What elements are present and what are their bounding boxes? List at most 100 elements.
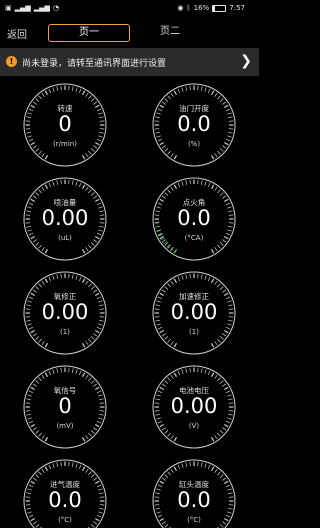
gauge-tick xyxy=(56,368,59,373)
gauge-tick xyxy=(170,280,174,285)
gauge-tick xyxy=(181,463,184,468)
gauge-tick xyxy=(156,135,161,138)
warning-icon: ! xyxy=(6,56,17,67)
gauge-tick xyxy=(41,247,45,252)
gauge-tick xyxy=(85,92,89,97)
gauge-tick xyxy=(167,432,171,437)
gauge-tick xyxy=(78,276,82,282)
gauge-tick xyxy=(214,280,218,285)
gauge-tick xyxy=(167,471,171,476)
gauge-tick xyxy=(173,466,178,471)
gauge-tick xyxy=(35,148,40,152)
gauge-value: 0.0 xyxy=(177,206,211,230)
gauge-tick xyxy=(98,511,103,514)
gauge-tick xyxy=(170,468,174,473)
gauge-tick xyxy=(210,184,215,189)
gauge-tick xyxy=(207,182,211,188)
gauge-tick xyxy=(85,186,89,191)
gauge-tick xyxy=(217,338,221,343)
gauge-tick xyxy=(88,377,92,382)
gauge-tick xyxy=(41,468,45,473)
gauge-tick xyxy=(35,286,40,290)
gauge-tick xyxy=(98,417,103,420)
gauge-unit: (1) xyxy=(60,328,70,336)
tab-page-one[interactable]: 页一 xyxy=(48,24,130,42)
gauge-tick xyxy=(90,336,95,340)
gauge-unit: (°CA) xyxy=(184,234,204,242)
gauge-value: 0.00 xyxy=(41,300,89,324)
chevron-right-icon[interactable]: ❯ xyxy=(240,53,252,69)
gauge-value: 0.00 xyxy=(170,394,218,418)
gauge-tick xyxy=(210,249,215,254)
gauge-tick xyxy=(210,372,215,377)
gauge-tick xyxy=(217,432,221,437)
login-warning-banner[interactable]: ! 尚未登录，请转至通讯界面进行设置 ❯ xyxy=(0,48,259,76)
gauge-tick xyxy=(35,474,40,478)
gauge-tick xyxy=(207,276,211,282)
gauge-tick xyxy=(210,90,215,95)
gauge-tick xyxy=(164,524,169,528)
gauge-tick xyxy=(181,87,184,92)
bluetooth-icon: ᛒ xyxy=(186,4,191,12)
gauge-tick xyxy=(38,377,42,382)
gauge-tick xyxy=(170,186,174,191)
gauge-tick xyxy=(27,135,32,138)
gauge-tick xyxy=(170,153,174,158)
gauge-tick xyxy=(52,87,55,92)
gauge-tick xyxy=(200,368,203,373)
gauge-tick xyxy=(75,463,78,468)
gauge-tick xyxy=(219,336,224,340)
gauge-tick xyxy=(207,464,211,470)
gauge-tick xyxy=(71,180,74,185)
gauge-tick xyxy=(85,280,89,285)
gauge-tick xyxy=(181,275,184,280)
gauge-tick xyxy=(78,88,82,94)
gauge-tick xyxy=(81,184,86,189)
gauge-tick xyxy=(181,181,184,186)
gauge-unit: (r/min) xyxy=(53,140,77,148)
gauge-tick xyxy=(167,338,171,343)
gauge-tick xyxy=(98,323,103,326)
status-right: ◉ ᛒ 16% 7:57 xyxy=(177,4,245,12)
gauge-tick xyxy=(75,275,78,280)
gauge-tick xyxy=(164,430,169,434)
gauge: 氧修正 0.00 (1) xyxy=(22,270,108,356)
gauge-tick xyxy=(81,249,86,254)
gauge-tick xyxy=(173,155,178,160)
gauge-tick xyxy=(71,462,74,467)
signal-icon: ▂▄▆ xyxy=(14,4,31,12)
gauge: 点火角 0.0 (°CA) xyxy=(151,176,237,262)
gauge-tick xyxy=(38,432,42,437)
gauge-tick xyxy=(227,323,232,326)
gauge-value: 0 xyxy=(58,112,72,136)
gauge-tick xyxy=(200,274,203,279)
gauge-tick xyxy=(35,242,40,246)
gauge-value: 0.0 xyxy=(177,112,211,136)
gauge-tick xyxy=(167,150,171,155)
gauge-tick xyxy=(35,98,40,102)
gauge-tick xyxy=(52,369,55,374)
eye-icon: ◉ xyxy=(177,4,184,12)
back-button[interactable]: 返回 xyxy=(7,26,27,41)
gauge-tick xyxy=(156,511,161,514)
gauge-value: 0.00 xyxy=(170,300,218,324)
gauge-tick xyxy=(78,182,82,188)
gauge-tick xyxy=(27,511,32,514)
gauge: 氧信号 0 (mV) xyxy=(22,364,108,450)
gauge-tick xyxy=(156,323,161,326)
gauge: 油门开度 0.0 (%) xyxy=(151,82,237,168)
gauge-tick xyxy=(44,437,49,442)
gauge-tick xyxy=(214,341,218,346)
gauge-tick xyxy=(88,283,92,288)
gauge-tick xyxy=(56,180,59,185)
gauge-tick xyxy=(173,184,178,189)
gauge-tick xyxy=(81,437,86,442)
gauge-tick xyxy=(38,189,42,194)
gauge-tick xyxy=(78,464,82,470)
gauge-tick xyxy=(164,336,169,340)
tab-page-two[interactable]: 页二 xyxy=(133,24,207,40)
gauge-tick xyxy=(164,286,169,290)
gauge-tick xyxy=(38,471,42,476)
gauge-tick xyxy=(181,369,184,374)
gauge-tick xyxy=(167,283,171,288)
